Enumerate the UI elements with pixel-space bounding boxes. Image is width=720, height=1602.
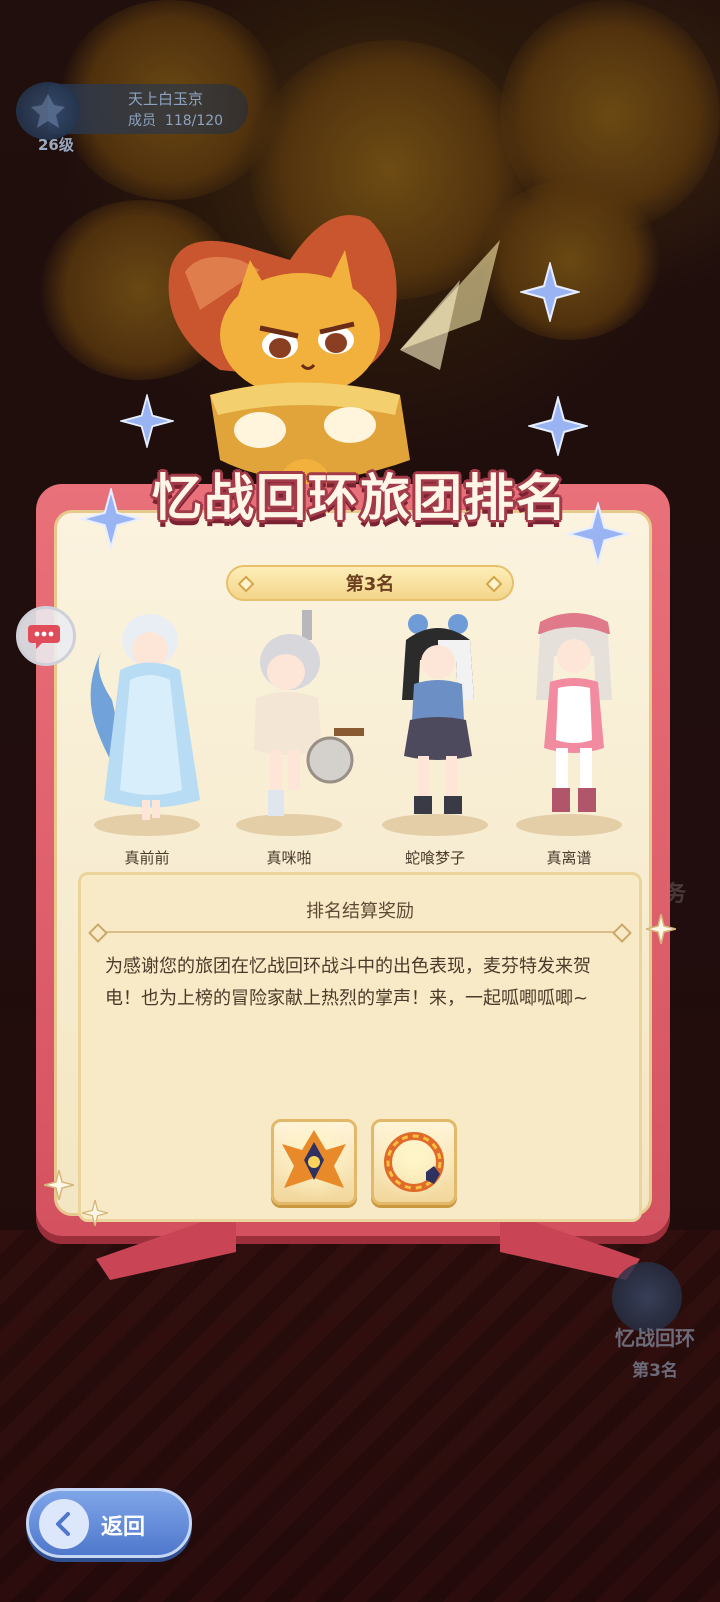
- reward-item-crest[interactable]: [271, 1119, 357, 1205]
- chat-bubble-icon: [28, 625, 60, 649]
- members-value: 118/120: [164, 113, 224, 129]
- avatar-frame-icon: [384, 1132, 444, 1192]
- members-label: 成员: [128, 113, 156, 129]
- panel-title: 忆战回环旅团排名: [152, 469, 568, 527]
- rank-text: 第3名: [345, 574, 395, 595]
- rank-label: 第3名: [226, 565, 514, 601]
- reward-message: 为感谢您的旅团在忆战回环战斗中的出色表现，麦芬特发来贺电！也为上榜的冒险家献上热…: [105, 956, 591, 1009]
- reward-divider: [99, 931, 621, 933]
- member-name: 真离谱: [546, 849, 592, 867]
- member-name: 蛇喰梦子: [404, 849, 465, 867]
- star-decoration-icon: [120, 394, 174, 448]
- character-hammer-warrior: [254, 610, 364, 816]
- guild-badge: 天上白玉京 成员 118/120 26级: [8, 78, 248, 154]
- reward-section: 排名结算奖励 为感谢您的旅团在忆战回环战斗中的出色表现，麦芬特发来贺电！也为上榜…: [78, 872, 642, 1222]
- star-decoration-icon: [528, 396, 588, 456]
- event-rank: 第3名: [632, 1361, 678, 1381]
- sparkle-icon: [44, 1170, 74, 1200]
- guild-members: 成员 118/120: [128, 110, 223, 130]
- member-card[interactable]: 蛇喰梦子: [360, 610, 510, 870]
- sparkle-icon: [646, 914, 676, 944]
- member-name: 真咪啪: [266, 849, 312, 867]
- sparkle-icon: [82, 1200, 108, 1226]
- diamond-ornament-icon: [485, 575, 503, 593]
- character-ice-mage: [90, 614, 200, 820]
- guild-level: 26级: [38, 136, 74, 154]
- character-pink-maid: [536, 613, 612, 812]
- member-card[interactable]: 真离谱: [494, 610, 644, 870]
- member-name: 真前前: [124, 849, 170, 867]
- guild-emblem-icon: [16, 82, 80, 140]
- guild-name: 天上白玉京: [128, 90, 204, 108]
- diamond-ornament-icon: [237, 575, 255, 593]
- reward-items: [271, 1119, 457, 1205]
- member-card[interactable]: 真咪啪: [214, 610, 364, 870]
- back-button[interactable]: 返回: [26, 1488, 192, 1558]
- character-bear-ears-girl: [402, 614, 474, 814]
- crest-icon: [282, 1130, 346, 1188]
- back-button-label: 返回: [101, 1515, 146, 1540]
- back-arrow-icon: [39, 1499, 89, 1549]
- reward-item-frame[interactable]: [371, 1119, 457, 1205]
- chat-button[interactable]: [16, 606, 76, 666]
- star-decoration-icon: [520, 262, 580, 322]
- event-name: 忆战回环: [615, 1326, 695, 1350]
- reward-title: 排名结算奖励: [306, 901, 414, 922]
- member-card[interactable]: 真前前: [72, 610, 222, 870]
